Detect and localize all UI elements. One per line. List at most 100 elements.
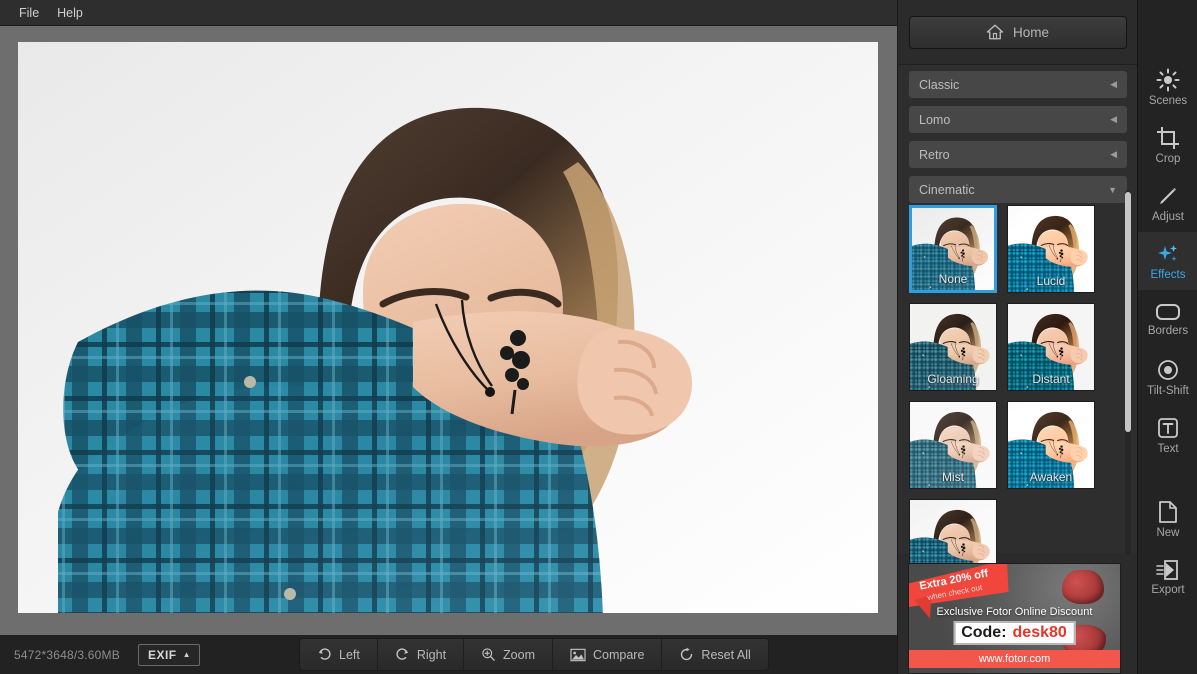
tool-rail: Scenes Crop Adjust Effects [1137, 0, 1197, 674]
rail-item-scenes[interactable]: Scenes [1138, 58, 1197, 116]
promo-headline: Exclusive Fotor Online Discount [909, 606, 1120, 618]
promo-code-box: Code: desk80 [953, 621, 1076, 645]
export-icon [1156, 559, 1180, 581]
effect-thumbnail-preview [910, 304, 996, 390]
compare-button[interactable]: Compare [553, 639, 662, 670]
effects-scrollbar-thumb[interactable] [1125, 192, 1131, 432]
promo-url[interactable]: www.fotor.com [909, 650, 1120, 668]
effect-thumbnail-image [1008, 304, 1094, 390]
rail-item-new[interactable]: New [1138, 490, 1197, 548]
effect-thumbnail[interactable]: Awaken [1007, 401, 1095, 489]
sun-icon [1156, 68, 1180, 92]
category-retro[interactable]: Retro ◀ [909, 141, 1127, 168]
rotate-left-icon [317, 647, 332, 662]
compare-label: Compare [593, 648, 644, 662]
promo-code-label: Code: [955, 623, 1010, 643]
rail-item-borders[interactable]: Borders [1138, 290, 1197, 348]
effect-thumbnail[interactable]: Distant [1007, 303, 1095, 391]
photo-canvas[interactable] [18, 42, 878, 613]
effect-thumbnail[interactable]: Gloaming [909, 303, 997, 391]
effect-thumbnail-preview [1008, 304, 1094, 390]
category-retro-label: Retro [919, 148, 950, 162]
rail-item-adjust[interactable]: Adjust [1138, 174, 1197, 232]
category-classic[interactable]: Classic ◀ [909, 71, 1127, 98]
effect-thumbnail-preview [1008, 206, 1094, 292]
home-icon [986, 23, 1004, 41]
rail-item-tilt-shift-label: Tilt-Shift [1147, 385, 1189, 397]
effect-thumbnail-preview [912, 208, 994, 290]
rotate-left-button[interactable]: Left [300, 639, 378, 670]
promo-code-value: desk80 [1011, 623, 1074, 643]
image-tools-group: Left Right Zoom [300, 639, 768, 670]
chevron-down-icon: ▼ [1108, 185, 1117, 195]
zoom-in-icon [481, 647, 496, 662]
promo-banner[interactable]: Extra 20% off when check out Exclusive F… [908, 563, 1121, 674]
effect-thumbnail[interactable]: None [909, 205, 997, 293]
rounded-rect-icon [1155, 302, 1181, 322]
zoom-label: Zoom [503, 648, 535, 662]
effect-thumbnail-preview [910, 402, 996, 488]
rail-item-adjust-label: Adjust [1152, 211, 1184, 223]
reset-all-button[interactable]: Reset All [662, 639, 767, 670]
effect-thumbnail[interactable]: Lucid [1007, 205, 1095, 293]
category-classic-label: Classic [919, 78, 959, 92]
effect-thumbnail-image [910, 402, 996, 488]
effects-scrollbar[interactable] [1125, 190, 1131, 555]
effect-category-list: Classic ◀ Lomo ◀ Retro ◀ Cinematic ▼ [898, 65, 1138, 203]
caret-up-icon: ▲ [183, 650, 191, 659]
rotate-left-label: Left [339, 648, 360, 662]
rail-item-export[interactable]: Export [1138, 548, 1197, 606]
canvas-area [0, 27, 897, 635]
pencil-icon [1156, 184, 1180, 208]
category-cinematic[interactable]: Cinematic ▼ [909, 176, 1127, 203]
rail-item-effects[interactable]: Effects [1138, 232, 1197, 290]
rail-item-effects-label: Effects [1151, 269, 1186, 281]
effect-thumbnail-grid: None [909, 205, 1116, 553]
rail-item-export-label: Export [1151, 584, 1184, 596]
home-button[interactable]: Home [909, 16, 1127, 49]
circle-target-icon [1156, 358, 1180, 382]
image-dimensions: 5472*3648/3.60MB [14, 648, 120, 662]
effect-thumbnail-preview [1008, 402, 1094, 488]
category-lomo-label: Lomo [919, 113, 950, 127]
home-button-container: Home [898, 0, 1137, 64]
exif-button[interactable]: EXIF ▲ [138, 644, 200, 666]
sparkles-icon [1156, 242, 1180, 266]
rail-item-scenes-label: Scenes [1149, 95, 1187, 107]
reset-icon [679, 647, 694, 662]
rail-separator [1138, 464, 1197, 490]
promo-decor-top [1062, 570, 1104, 604]
rail-item-crop[interactable]: Crop [1138, 116, 1197, 174]
crop-icon [1156, 126, 1180, 150]
rail-item-tilt-shift[interactable]: Tilt-Shift [1138, 348, 1197, 406]
rail-top-spacer [1138, 0, 1197, 58]
rail-item-crop-label: Crop [1156, 153, 1181, 165]
photo-image [18, 42, 878, 613]
chevron-left-icon: ◀ [1110, 79, 1117, 90]
rail-item-text[interactable]: Text [1138, 406, 1197, 464]
effect-thumbnail-image [912, 208, 994, 290]
rail-item-text-label: Text [1157, 443, 1178, 455]
menu-bar: File Help [0, 0, 897, 26]
home-label: Home [1013, 25, 1049, 40]
zoom-button[interactable]: Zoom [464, 639, 553, 670]
effect-thumbnail[interactable]: Mist [909, 401, 997, 489]
rail-item-new-label: New [1156, 527, 1179, 539]
category-cinematic-label: Cinematic [919, 183, 975, 197]
rotate-right-button[interactable]: Right [378, 639, 464, 670]
chevron-left-icon: ◀ [1110, 149, 1117, 160]
rotate-right-icon [395, 647, 410, 662]
effect-thumbnail-image [1008, 402, 1094, 488]
rail-item-borders-label: Borders [1148, 325, 1188, 337]
category-lomo[interactable]: Lomo ◀ [909, 106, 1127, 133]
status-bar: 5472*3648/3.60MB EXIF ▲ Left Right [0, 635, 897, 674]
menu-help[interactable]: Help [48, 2, 92, 24]
menu-file[interactable]: File [10, 2, 48, 24]
exif-label: EXIF [148, 648, 177, 662]
rotate-right-label: Right [417, 648, 446, 662]
effect-thumbnail-image [1008, 206, 1094, 292]
effect-thumbnail-image [910, 304, 996, 390]
reset-all-label: Reset All [701, 648, 750, 662]
text-t-icon [1156, 416, 1180, 440]
fotor-photo-editor-window: File Help [0, 0, 1197, 674]
